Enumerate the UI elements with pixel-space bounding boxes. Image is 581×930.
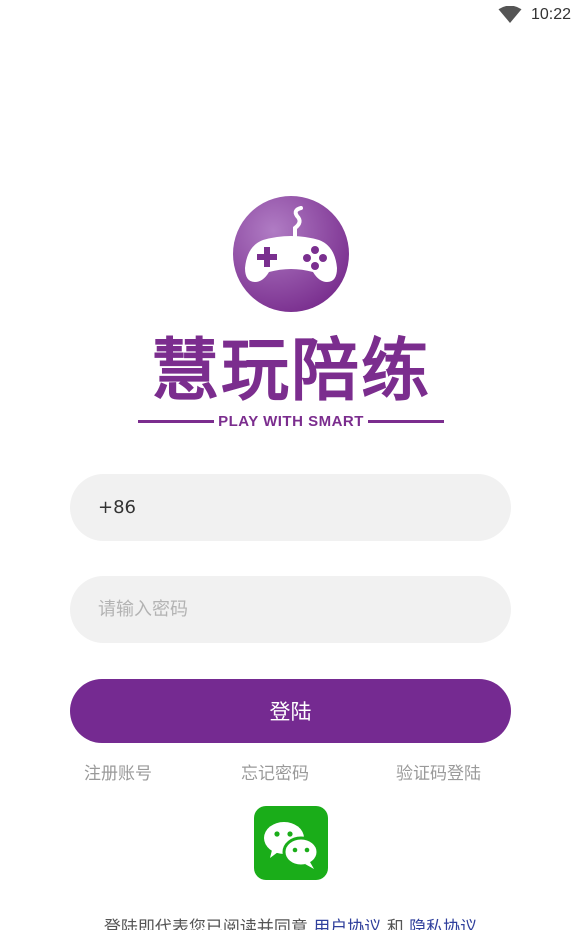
wechat-icon <box>264 822 320 869</box>
wifi-icon <box>498 6 522 23</box>
user-agreement-link[interactable]: 用户协议 <box>313 918 381 930</box>
agreement-prefix: 登陆即代表您已阅读并同意 <box>103 918 308 930</box>
sms-login-link[interactable]: 验证码登陆 <box>396 760 481 788</box>
brand-name: 慧玩陪练 <box>150 332 431 411</box>
auth-links: 注册账号 忘记密码 验证码登陆 <box>70 760 511 788</box>
agreement-text: 登陆即代表您已阅读并同意 用户协议 和 隐私协议 <box>0 916 581 930</box>
phone-input[interactable] <box>96 496 485 519</box>
password-input[interactable] <box>96 598 485 621</box>
status-time: 10:22 <box>530 6 571 23</box>
register-link[interactable]: 注册账号 <box>84 760 152 788</box>
wechat-login-button[interactable] <box>254 806 328 880</box>
tagline-divider-right <box>367 419 444 423</box>
password-field[interactable] <box>70 576 511 643</box>
login-button[interactable]: 登陆 <box>70 679 511 743</box>
brand-tagline: PLAY WITH SMART <box>218 412 364 430</box>
login-screen: 10:22 慧玩陪练 PLAY WITH SMART 登陆 注册账号 忘记密码 <box>0 0 581 930</box>
agreement-and: 和 <box>386 918 404 930</box>
privacy-policy-link[interactable]: 隐私协议 <box>409 918 477 930</box>
forgot-password-link[interactable]: 忘记密码 <box>241 760 309 788</box>
phone-field[interactable] <box>70 474 511 541</box>
brand-tagline-row: PLAY WITH SMART <box>138 410 444 432</box>
gamepad-logo-icon <box>233 196 349 312</box>
status-bar: 10:22 <box>0 0 581 32</box>
tagline-divider-left <box>138 419 215 423</box>
